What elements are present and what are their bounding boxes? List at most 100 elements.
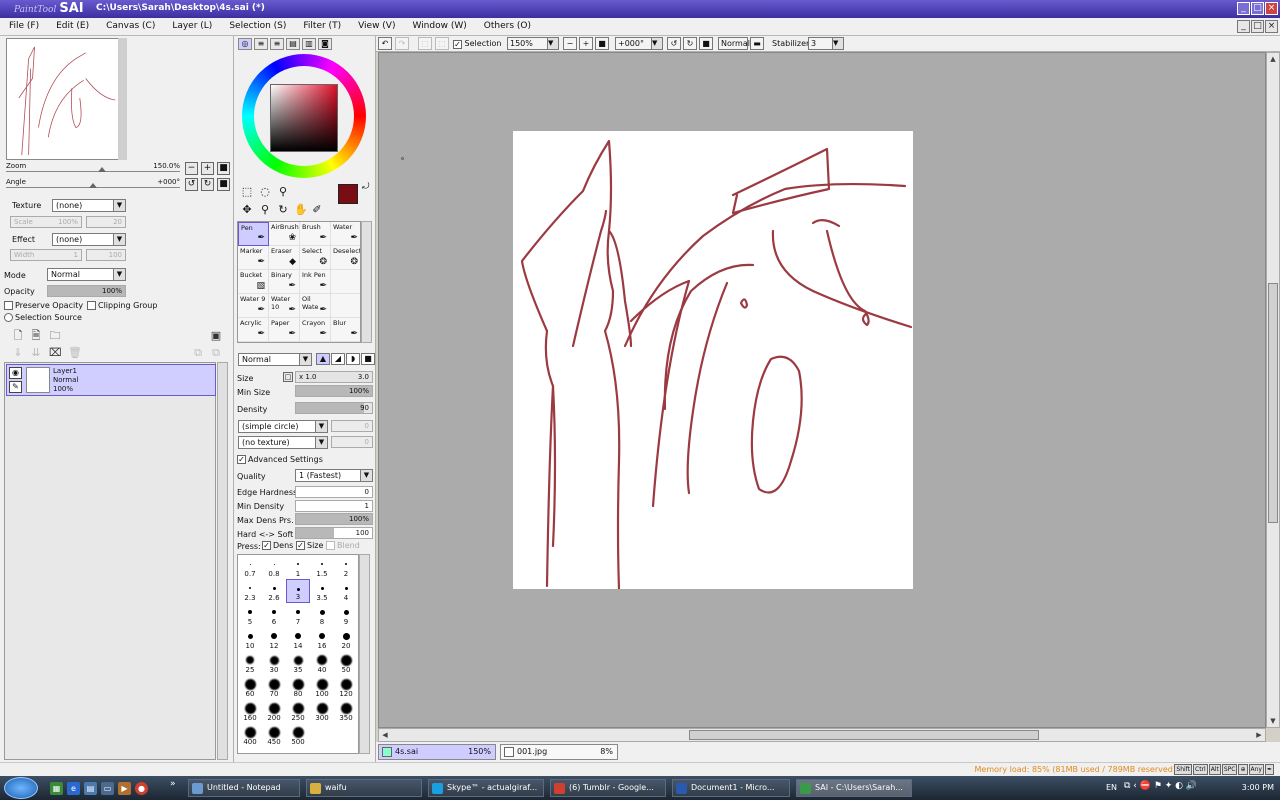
doc-restore-button[interactable]: □ <box>1251 20 1264 33</box>
doc-close-button[interactable]: × <box>1265 20 1278 33</box>
max-dens-bar[interactable]: 100% <box>295 513 373 525</box>
rotate-left-icon[interactable]: ↺ <box>185 178 198 191</box>
transfer-down-icon[interactable]: ⇓ <box>12 347 24 359</box>
brush-size-40[interactable]: 40 <box>310 651 334 675</box>
new-layer-icon[interactable]: 🗋 <box>12 330 24 342</box>
brush-size-25[interactable]: 25 <box>238 651 262 675</box>
doc-minimize-button[interactable]: _ <box>1237 20 1250 33</box>
menu-canvas[interactable]: Canvas (C) <box>106 21 155 31</box>
hsv-slider-tab-icon[interactable]: ≡ <box>270 38 284 50</box>
trash-icon[interactable]: 🗑 <box>68 347 82 359</box>
brush-size-2[interactable]: 2 <box>334 555 358 579</box>
view-mode-button[interactable]: Normal <box>718 37 750 50</box>
tool-oil-wate[interactable]: Oil Wate ✒ <box>300 294 331 318</box>
layer-move-up-icon[interactable]: ⧉ <box>192 347 204 359</box>
primary-color-swatch[interactable] <box>338 184 358 204</box>
brush-size-0.8[interactable]: 0.8 <box>262 555 286 579</box>
menu-layer[interactable]: Layer (L) <box>172 21 212 31</box>
new-folder-icon[interactable]: 🗀 <box>49 330 61 342</box>
brush-size-300[interactable]: 300 <box>310 699 334 723</box>
tool-water[interactable]: Water ✒ <box>331 222 360 246</box>
hand-icon[interactable]: ✋ <box>294 203 308 217</box>
press-size-checkbox[interactable]: ✓ Size <box>296 541 323 550</box>
menu-file[interactable]: File (F) <box>9 21 39 31</box>
scroll-up-icon[interactable]: ▲ <box>1267 53 1279 65</box>
selection-source-radio[interactable]: Selection Source <box>4 313 82 322</box>
tool-empty-slot[interactable] <box>331 270 360 294</box>
brush-size-70[interactable]: 70 <box>262 675 286 699</box>
layer-panel-toggle-icon[interactable]: ▣ <box>210 330 222 342</box>
scratchpad-tab-icon[interactable]: ▥ <box>302 38 316 50</box>
brush-size-6[interactable]: 6 <box>262 603 286 627</box>
canvas-viewport[interactable] <box>378 52 1266 728</box>
preserve-opacity-checkbox[interactable]: Preserve Opacity <box>4 301 83 310</box>
view-mode-toggle-icon[interactable]: ▬ <box>750 37 764 50</box>
menu-edit[interactable]: Edit (E) <box>56 21 89 31</box>
taskbar-button[interactable]: Skype™ - actualgiraf... <box>428 779 544 797</box>
brush-size-0.7[interactable]: 0.7 <box>238 555 262 579</box>
clear-layer-icon[interactable]: ⌧ <box>49 347 62 359</box>
navigator-scrollbar[interactable] <box>118 38 127 160</box>
brush-shape-medium-icon[interactable]: ◢ <box>331 353 345 365</box>
brush-size-16[interactable]: 16 <box>310 627 334 651</box>
tool-empty-slot[interactable] <box>331 294 360 318</box>
tool-marker[interactable]: Marker ✒ <box>238 246 269 270</box>
color-wheel-tab-icon[interactable]: ◎ <box>238 38 252 50</box>
canvas-zoom-reset-button[interactable]: ■ <box>595 37 609 50</box>
brush-size-scrollbar[interactable] <box>359 554 370 754</box>
width-number[interactable]: 100 <box>86 249 126 261</box>
tool-blur[interactable]: Blur ✒ <box>331 318 360 342</box>
zoom-out-button[interactable]: − <box>185 162 198 175</box>
brush-texture-select[interactable]: (no texture) ▼ <box>238 436 328 449</box>
brush-size-100[interactable]: 100 <box>310 675 334 699</box>
effect-select[interactable]: (none) ▼ <box>52 233 126 246</box>
tool-ink-pen[interactable]: Ink Pen ✒ <box>300 270 331 294</box>
tool-acrylic[interactable]: Acrylic ✒ <box>238 318 269 342</box>
brush-size-8[interactable]: 8 <box>310 603 334 627</box>
taskbar-button[interactable]: Untitled - Notepad <box>188 779 300 797</box>
texture-select[interactable]: (none) ▼ <box>52 199 126 212</box>
brush-size-120[interactable]: 120 <box>334 675 358 699</box>
saturation-value-square[interactable] <box>270 84 338 152</box>
tool-deselect[interactable]: Deselect ❂ <box>331 246 360 270</box>
press-density-checkbox[interactable]: ✓ Dens <box>262 541 293 550</box>
canvas-rotate-right-icon[interactable]: ↻ <box>683 37 697 50</box>
brush-size-9[interactable]: 9 <box>334 603 358 627</box>
tool-bucket[interactable]: Bucket ▧ <box>238 270 269 294</box>
vertical-scroll-thumb[interactable] <box>1268 283 1278 523</box>
explorer-icon[interactable]: ▤ <box>84 782 97 795</box>
hard-soft-bar[interactable]: 100 <box>295 527 373 539</box>
merge-down-icon[interactable]: ⇊ <box>30 347 42 359</box>
scroll-down-icon[interactable]: ▼ <box>1267 715 1279 727</box>
tool-brush[interactable]: Brush ✒ <box>300 222 331 246</box>
quality-select[interactable]: 1 (Fastest) ▼ <box>295 469 373 482</box>
rotate-icon[interactable]: ↻ <box>276 203 290 217</box>
brush-size-30[interactable]: 30 <box>262 651 286 675</box>
selection-visibility-checkbox[interactable]: ✓ Selection <box>453 39 501 49</box>
swatches-tab-icon[interactable]: ▤ <box>286 38 300 50</box>
brush-shape-sharp-icon[interactable]: ▲ <box>316 353 330 365</box>
brush-size-3[interactable]: 3 <box>286 579 310 603</box>
tool-pen[interactable]: Pen ✒ <box>238 222 269 246</box>
tool-paper[interactable]: Paper ✒ <box>269 318 300 342</box>
minimize-button[interactable]: _ <box>1237 2 1250 15</box>
canvas-zoom-out-button[interactable]: − <box>563 37 577 50</box>
chrome-icon[interactable]: ● <box>135 782 148 795</box>
blend-mode-select[interactable]: Normal ▼ <box>47 268 126 281</box>
density-bar[interactable]: 90 <box>295 402 373 414</box>
brush-size-12[interactable]: 12 <box>262 627 286 651</box>
brush-shape-number[interactable]: 0 <box>331 420 373 432</box>
brush-size-10[interactable]: 10 <box>238 627 262 651</box>
rotate-right-icon[interactable]: ↻ <box>201 178 214 191</box>
size-bar[interactable]: x 1.0 3.0 <box>295 371 373 383</box>
switch-windows-icon[interactable]: ▭ <box>101 782 114 795</box>
canvas-vertical-scrollbar[interactable]: ▲ ▼ <box>1266 52 1280 728</box>
pen-icon[interactable]: ✎ <box>9 381 22 393</box>
tool-crayon[interactable]: Crayon ✒ <box>300 318 331 342</box>
brush-size-400[interactable]: 400 <box>238 723 262 747</box>
edge-hardness-bar[interactable]: 0 <box>295 486 373 498</box>
zoom-icon[interactable]: ⚲ <box>258 203 272 217</box>
brush-size-250[interactable]: 250 <box>286 699 310 723</box>
brush-size-14[interactable]: 14 <box>286 627 310 651</box>
clipping-group-checkbox[interactable]: Clipping Group <box>87 301 157 310</box>
